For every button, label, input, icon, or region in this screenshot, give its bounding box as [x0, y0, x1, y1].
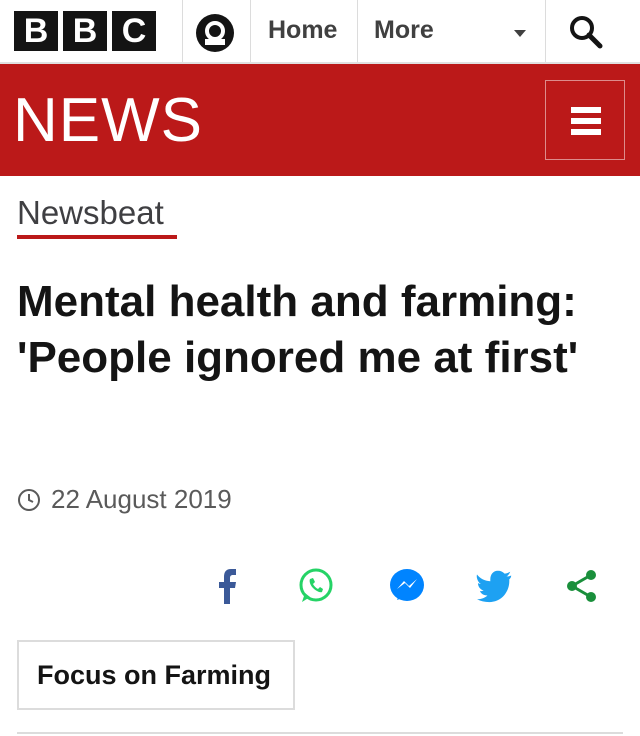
messenger-icon[interactable] — [387, 566, 427, 606]
section-link[interactable]: Newsbeat — [17, 194, 164, 232]
whatsapp-icon[interactable] — [296, 566, 336, 606]
bbc-logo[interactable]: B B C — [14, 11, 156, 51]
share-tools — [0, 566, 640, 610]
bbc-logo-letter: B — [63, 11, 107, 51]
topic-tag-label: Focus on Farming — [37, 660, 272, 690]
article-headline: Mental health and farming: 'People ignor… — [17, 277, 579, 382]
article-date-row: 22 August 2019 — [17, 484, 232, 515]
twitter-icon[interactable] — [475, 566, 515, 606]
nav-home-link[interactable]: Home — [268, 16, 337, 45]
clock-icon — [18, 488, 40, 511]
share-icon[interactable] — [562, 566, 602, 606]
top-navigation: B B C Home More — [0, 0, 640, 64]
hamburger-icon — [571, 118, 601, 124]
article-date: 22 August 2019 — [51, 484, 232, 514]
topic-tag[interactable]: Focus on Farming — [17, 640, 295, 710]
nav-divider — [250, 0, 251, 62]
nav-divider — [182, 0, 183, 62]
chevron-down-icon[interactable] — [514, 30, 526, 37]
divider — [17, 732, 623, 734]
bbc-logo-letter: B — [14, 11, 58, 51]
facebook-icon[interactable] — [208, 566, 248, 606]
hamburger-icon — [571, 129, 601, 135]
account-icon[interactable] — [196, 14, 234, 52]
nav-more-link[interactable]: More — [374, 16, 434, 45]
nav-divider — [545, 0, 546, 62]
nav-divider — [357, 0, 358, 62]
bbc-logo-letter: C — [112, 11, 156, 51]
hamburger-icon — [571, 107, 601, 113]
news-title[interactable]: NEWS — [13, 90, 203, 152]
section-underline — [17, 235, 177, 239]
search-icon[interactable] — [566, 12, 606, 57]
menu-button[interactable] — [545, 80, 625, 160]
